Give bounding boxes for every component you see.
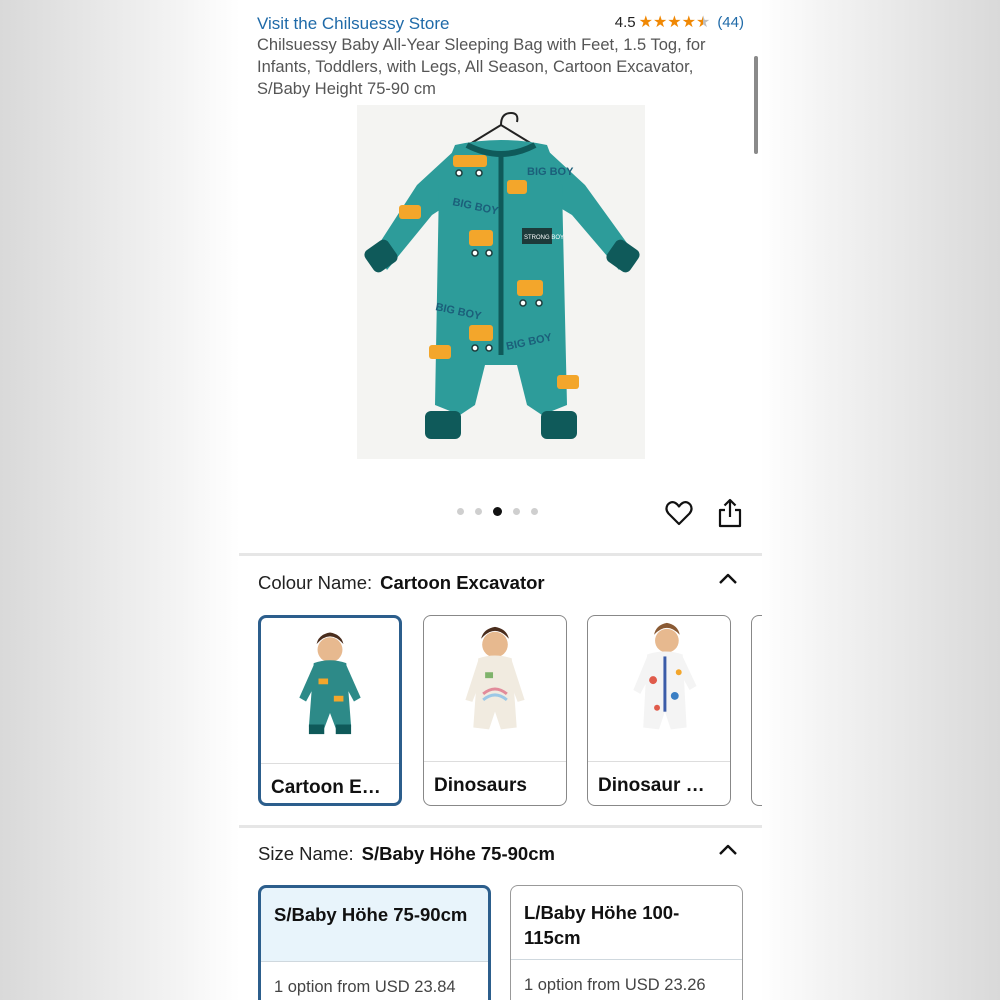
carousel-dot[interactable] [531, 508, 538, 515]
image-carousel-dots[interactable] [457, 507, 538, 516]
star-icon: ★ [638, 13, 653, 31]
swatch-label: Dinosaurs [434, 775, 527, 796]
swatch-label: Cartoon E… [271, 777, 381, 798]
strong-boy-patch: STRONG BOY [524, 235, 564, 241]
product-image[interactable]: BIG BOY BIG BOY BIG BOY BIG BOY STRONG B… [357, 105, 645, 459]
store-link[interactable]: Visit the Chilsuessy Store [257, 14, 449, 34]
carousel-dot[interactable] [475, 508, 482, 515]
size-option-l-baby[interactable]: L/Baby Höhe 100-115cm 1 option from USD … [510, 885, 743, 1000]
colour-swatch-dinosaur[interactable]: Dinosaur … [587, 615, 731, 806]
section-divider [239, 825, 762, 828]
size-option-name: L/Baby Höhe 100-115cm [524, 902, 680, 948]
colour-name-row: Colour Name: Cartoon Excavator [258, 572, 545, 594]
size-name-label: Size Name: [258, 843, 354, 864]
colour-swatch-more[interactable] [751, 615, 762, 806]
size-option-s-baby[interactable]: S/Baby Höhe 75-90cm 1 option from USD 23… [258, 885, 491, 1000]
colour-swatch-dinosaurs[interactable]: Dinosaurs [423, 615, 567, 806]
swatch-label: Dinosaur … [598, 775, 705, 796]
star-icon: ★ [652, 13, 668, 31]
size-option-name: S/Baby Höhe 75-90cm [274, 904, 468, 925]
half-star-icon: ★ [695, 13, 711, 31]
colour-swatch-cartoon-excavator[interactable]: Cartoon E… [258, 615, 402, 806]
chevron-up-icon[interactable] [718, 843, 738, 857]
size-name-row: Size Name: S/Baby Höhe 75-90cm [258, 843, 555, 865]
carousel-dot-active[interactable] [493, 507, 502, 516]
sleeping-bag-illustration: BIG BOY BIG BOY BIG BOY BIG BOY STRONG B… [364, 111, 640, 439]
swatch-image [424, 616, 566, 761]
star-icon: ★ [681, 13, 696, 31]
product-title: Chilsuessy Baby All-Year Sleeping Bag wi… [257, 36, 706, 98]
swatch-image [588, 616, 730, 761]
big-boy-text: BIG BOY [527, 166, 574, 178]
carousel-dot[interactable] [513, 508, 520, 515]
size-option-price: 1 option from USD 23.84 [274, 978, 456, 996]
heart-icon[interactable] [665, 500, 693, 526]
rating-count[interactable]: (44) [717, 14, 744, 31]
rating-value: 4.5 [614, 14, 636, 31]
star-rating-icon: ★ ★ ★ ★ ★ [638, 13, 711, 31]
rating[interactable]: 4.5 ★ ★ ★ ★ ★ (44) [615, 14, 744, 31]
colour-name-value: Cartoon Excavator [380, 572, 545, 593]
chevron-up-icon[interactable] [718, 572, 738, 586]
star-icon: ★ [667, 13, 682, 31]
scrollbar[interactable] [754, 56, 758, 154]
section-divider [239, 553, 762, 556]
product-page: Visit the Chilsuessy Store 4.5 ★ ★ ★ ★ ★… [239, 0, 762, 1000]
size-name-value: S/Baby Höhe 75-90cm [361, 843, 555, 864]
share-icon[interactable] [717, 498, 743, 528]
carousel-dot[interactable] [457, 508, 464, 515]
size-option-price: 1 option from USD 23.26 [524, 976, 706, 994]
store-rating-row: Visit the Chilsuessy Store 4.5 ★ ★ ★ ★ ★… [257, 12, 744, 36]
swatch-image [261, 618, 399, 763]
colour-name-label: Colour Name: [258, 572, 373, 593]
